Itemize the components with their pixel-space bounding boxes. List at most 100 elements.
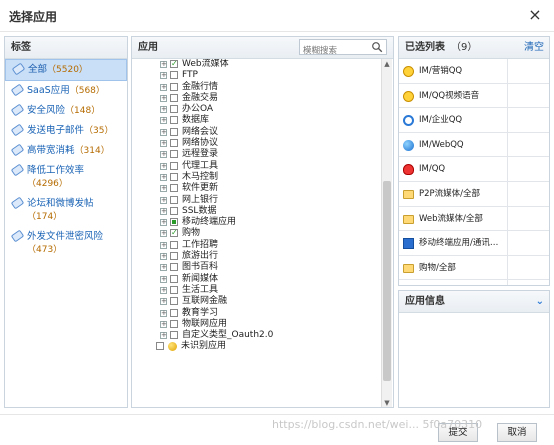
checkbox[interactable] <box>170 184 178 193</box>
app-category-row[interactable]: + 金融行情 <box>132 82 382 93</box>
selected-item[interactable]: P2P流媒体/全部 <box>399 182 549 207</box>
app-category-row[interactable]: + SSL数据 <box>132 206 382 217</box>
scrollbar-thumb[interactable] <box>383 181 391 381</box>
expand-icon[interactable]: + <box>160 264 167 272</box>
app-category-row[interactable]: + 生活工具 <box>132 285 382 296</box>
checkbox[interactable] <box>170 161 178 170</box>
checkbox[interactable] <box>170 172 178 181</box>
expand-icon[interactable]: + <box>160 128 167 136</box>
expand-icon[interactable]: + <box>160 72 167 80</box>
app-category-row[interactable]: + 网络协议 <box>132 138 382 149</box>
expand-icon[interactable]: + <box>160 253 167 261</box>
app-category-row[interactable]: + 木马控制 <box>132 172 382 183</box>
selected-item[interactable]: IM/企业QQ <box>399 108 549 133</box>
tag-item[interactable]: 外发文件泄密风险 （473） <box>5 227 127 260</box>
expand-icon[interactable]: + <box>160 83 167 91</box>
cancel-button[interactable]: 取消 <box>497 423 537 442</box>
app-category-row[interactable]: + 自定义类型_Oauth2.0 <box>132 330 382 341</box>
selected-item[interactable]: IM/QQ视频语音 <box>399 84 549 109</box>
checkbox[interactable] <box>170 240 178 249</box>
app-category-row[interactable]: + 新闻媒体 <box>132 274 382 285</box>
app-category-row[interactable]: + 移动终端应用 <box>132 217 382 228</box>
expand-icon[interactable]: + <box>160 106 167 114</box>
checkbox[interactable] <box>170 308 178 317</box>
app-category-row[interactable]: + 数据库 <box>132 115 382 126</box>
expand-icon[interactable]: + <box>160 162 167 170</box>
close-icon[interactable]: × <box>526 5 544 25</box>
checkbox[interactable] <box>170 331 178 340</box>
expand-icon[interactable]: + <box>160 196 167 204</box>
app-category-row[interactable]: + 金融交易 <box>132 93 382 104</box>
app-category-row[interactable]: + 旅游出行 <box>132 251 382 262</box>
expand-icon[interactable]: + <box>160 230 167 238</box>
tag-item[interactable]: 发送电子邮件（35） <box>5 121 127 141</box>
selected-item[interactable]: Web流媒体/全部 <box>399 207 549 232</box>
tag-item[interactable]: 安全风险（148） <box>5 101 127 121</box>
tag-item[interactable]: 降低工作效率 （4296） <box>5 161 127 194</box>
checkbox[interactable] <box>170 285 178 294</box>
unidentified-app-row[interactable]: 未识别应用 <box>132 341 382 352</box>
checkbox[interactable] <box>170 218 178 227</box>
app-category-row[interactable]: + 网络会议 <box>132 127 382 138</box>
app-category-row[interactable]: + 远程登录 <box>132 149 382 160</box>
expand-icon[interactable]: + <box>160 140 167 148</box>
expand-icon[interactable]: + <box>160 151 167 159</box>
expand-icon[interactable]: + <box>160 320 167 328</box>
app-category-row[interactable]: + 互联网金融 <box>132 296 382 307</box>
selected-item[interactable]: IM/QQ <box>399 157 549 182</box>
checkbox[interactable] <box>170 252 178 261</box>
checkbox[interactable] <box>156 342 164 351</box>
clear-link[interactable]: 清空 <box>524 37 544 59</box>
app-category-row[interactable]: + 网上银行 <box>132 195 382 206</box>
search-box[interactable] <box>299 39 387 58</box>
app-category-row[interactable]: + FTP <box>132 70 382 81</box>
scroll-down-icon[interactable]: ▼ <box>382 398 392 407</box>
expand-icon[interactable]: + <box>160 219 167 227</box>
checkbox[interactable] <box>170 127 178 136</box>
tag-item[interactable]: 高带宽消耗（314） <box>5 141 127 161</box>
expand-icon[interactable]: + <box>160 207 167 215</box>
app-category-row[interactable]: + 购物 <box>132 227 382 239</box>
expand-icon[interactable]: + <box>160 309 167 317</box>
checkbox[interactable] <box>170 139 178 148</box>
app-category-row[interactable]: + 教育学习 <box>132 308 382 319</box>
checkbox[interactable] <box>170 59 178 69</box>
selected-item[interactable]: IM/WebQQ <box>399 133 549 158</box>
tag-item[interactable]: 全部（5520） <box>5 59 127 81</box>
app-category-row[interactable]: + 代理工具 <box>132 161 382 172</box>
checkbox[interactable] <box>170 116 178 125</box>
expand-icon[interactable]: + <box>160 173 167 181</box>
tag-item[interactable]: SaaS应用（568） <box>5 81 127 101</box>
expand-icon[interactable]: + <box>160 117 167 125</box>
checkbox[interactable] <box>170 206 178 215</box>
app-category-row[interactable]: + 办公OA <box>132 104 382 115</box>
expand-icon[interactable]: + <box>160 275 167 283</box>
checkbox[interactable] <box>170 297 178 306</box>
checkbox[interactable] <box>170 227 178 239</box>
expand-icon[interactable]: + <box>160 298 167 306</box>
app-category-row[interactable]: + Web流媒体 <box>132 59 382 70</box>
expand-icon[interactable]: + <box>160 332 167 340</box>
app-category-row[interactable]: + 软件更新 <box>132 183 382 194</box>
checkbox[interactable] <box>170 71 178 80</box>
checkbox[interactable] <box>170 150 178 159</box>
expand-icon[interactable]: + <box>160 94 167 102</box>
checkbox[interactable] <box>170 195 178 204</box>
search-icon[interactable] <box>371 41 383 53</box>
app-category-row[interactable]: + 物联网应用 <box>132 319 382 330</box>
checkbox[interactable] <box>170 82 178 91</box>
selected-item[interactable]: 购物/全部 <box>399 256 549 281</box>
checkbox[interactable] <box>170 319 178 328</box>
selected-item[interactable]: 移动终端应用/通讯… <box>399 231 549 256</box>
expand-icon[interactable]: + <box>160 61 167 68</box>
checkbox[interactable] <box>170 263 178 272</box>
search-input[interactable] <box>300 44 366 58</box>
app-category-row[interactable]: + 图书百科 <box>132 262 382 273</box>
scroll-up-icon[interactable]: ▲ <box>382 59 392 69</box>
chevron-down-icon[interactable]: ⌄ <box>536 291 544 313</box>
tag-item[interactable]: 论坛和微博发帖 （174） <box>5 194 127 227</box>
checkbox[interactable] <box>170 274 178 283</box>
app-list-scrollbar[interactable]: ▲ ▼ <box>381 59 392 407</box>
selected-item[interactable]: IM/营销QQ <box>399 59 549 84</box>
checkbox[interactable] <box>170 105 178 114</box>
